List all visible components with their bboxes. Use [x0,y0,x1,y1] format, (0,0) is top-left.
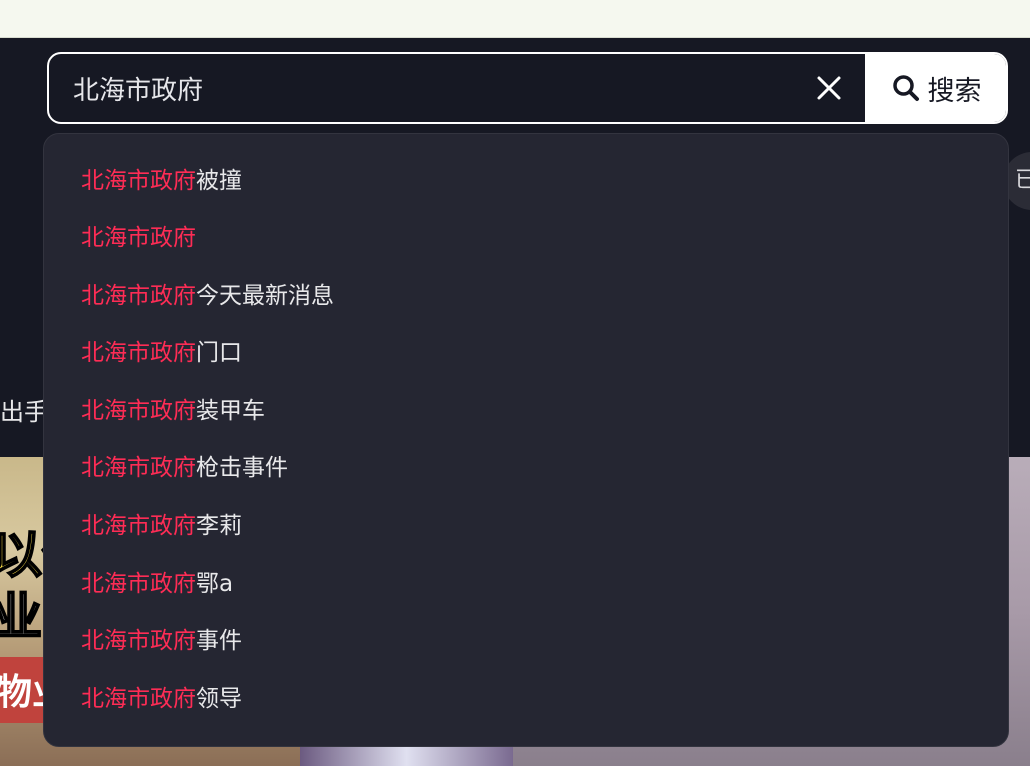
browser-top-bar [0,0,1030,38]
suggestion-item[interactable]: 北海市政府领导 [81,679,242,719]
suggestion-item[interactable]: 北海市政府 [81,218,196,258]
thumbnail-strip [300,746,513,766]
suggestion-highlight: 北海市政府 [81,283,196,309]
suggestion-rest: 领导 [196,686,242,712]
suggestion-rest: 事件 [196,628,242,654]
suggestion-item[interactable]: 北海市政府鄂a [81,564,233,604]
clear-search-button[interactable] [809,68,849,108]
suggestion-highlight: 北海市政府 [81,398,196,424]
suggestion-rest: 鄂a [196,571,234,597]
suggestion-item[interactable]: 北海市政府被撞 [81,161,242,201]
search-icon [892,75,919,101]
suggestion-rest: 今天最新消息 [196,283,334,309]
search-suggestions-dropdown: 北海市政府被撞 北海市政府 北海市政府今天最新消息 北海市政府门口 北海市政府装… [43,133,1009,747]
suggestion-highlight: 北海市政府 [81,225,196,251]
suggestion-highlight: 北海市政府 [81,686,196,712]
suggestion-rest: 被撞 [196,168,242,194]
suggestion-highlight: 北海市政府 [81,571,196,597]
suggestion-item[interactable]: 北海市政府事件 [81,621,242,661]
suggestion-rest: 李莉 [196,513,242,539]
suggestion-highlight: 北海市政府 [81,168,196,194]
suggestion-highlight: 北海市政府 [81,455,196,481]
suggestion-rest: 门口 [196,340,242,366]
suggestion-rest: 枪击事件 [196,455,288,481]
close-icon [817,76,841,100]
suggestion-item[interactable]: 北海市政府门口 [81,333,242,373]
suggestion-highlight: 北海市政府 [81,513,196,539]
search-button[interactable]: 搜索 [865,54,1006,122]
search-button-label: 搜索 [927,75,982,107]
suggestion-item[interactable]: 北海市政府李莉 [81,506,242,546]
suggestion-highlight: 北海市政府 [81,628,196,654]
search-input[interactable] [49,54,809,122]
suggestion-item[interactable]: 北海市政府今天最新消息 [81,276,334,316]
suggestion-rest: 装甲车 [196,398,265,424]
suggestion-item[interactable]: 北海市政府装甲车 [81,391,265,431]
suggestion-item[interactable]: 北海市政府枪击事件 [81,448,288,488]
background-side-text: 出手 [0,398,48,426]
search-box: 搜索 [47,52,1008,124]
suggestion-highlight: 北海市政府 [81,340,196,366]
